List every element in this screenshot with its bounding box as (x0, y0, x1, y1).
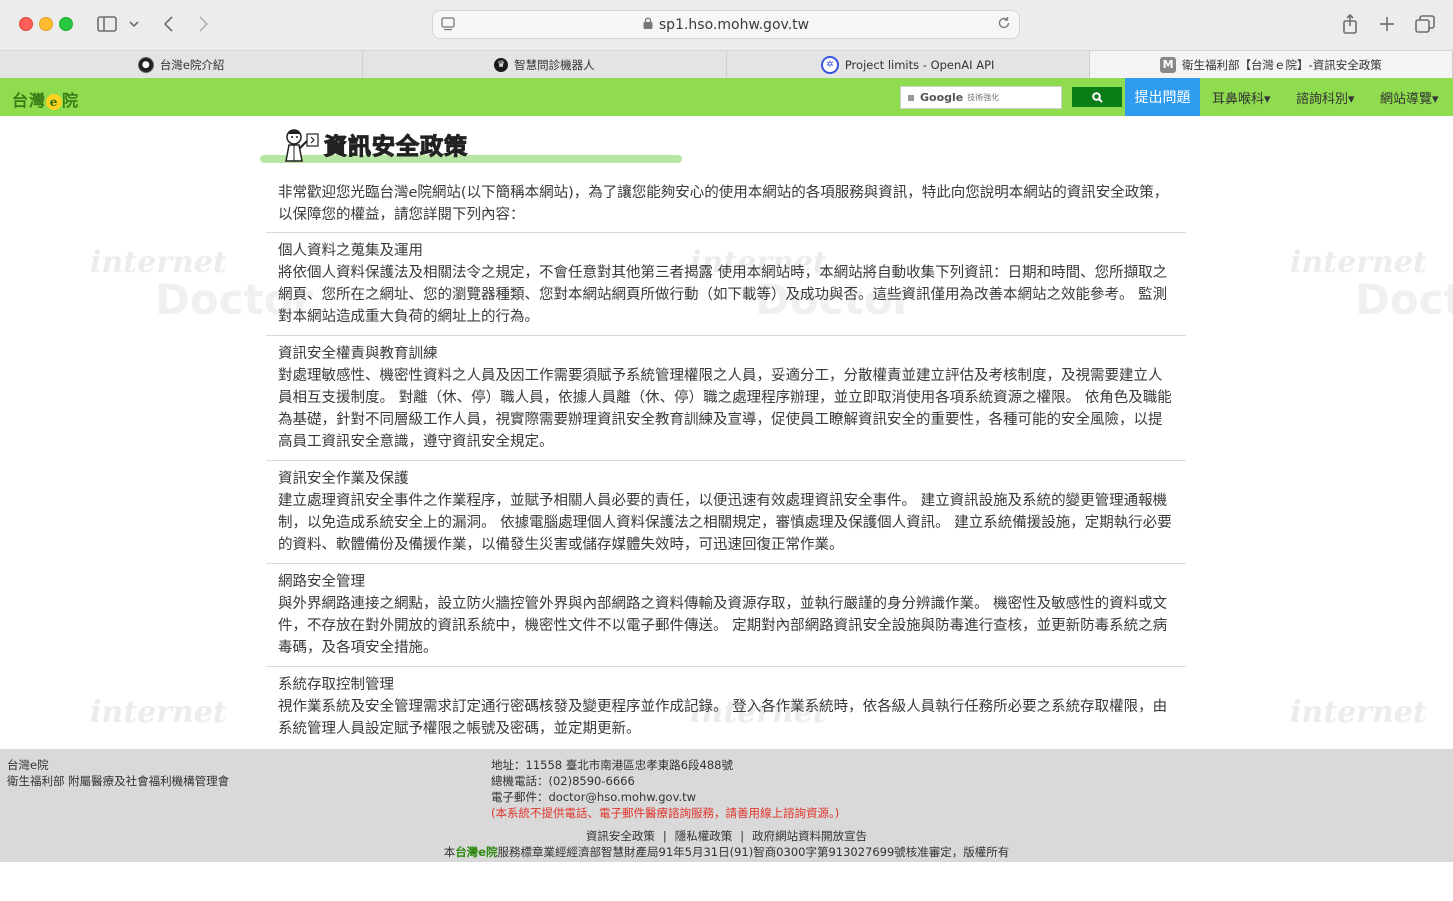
tab-label: Project limits - OpenAI API (844, 57, 995, 72)
share-icon[interactable] (1340, 12, 1360, 36)
browser-toolbar: sp1.hso.mohw.gov.tw (0, 0, 1453, 51)
section-title: 資訊安全權責與教育訓練 (278, 346, 438, 362)
copyright-brand: 台灣e院 (455, 845, 498, 859)
google-search-input[interactable]: Google 技術強化 (900, 86, 1062, 109)
footer-org-name: 台灣e院 (7, 758, 49, 772)
policy-section: 系統存取控制管理 視作業系統及安全管理需求訂定通行密碼核發及變更程序並作成記錄。… (266, 667, 1186, 747)
section-body: 視作業系統及安全管理需求訂定通行密碼核發及變更程序並作成記錄。 登入各作業系統時… (278, 699, 1168, 737)
footer-link-open-data[interactable]: 政府網站資料開放宣告 (752, 829, 867, 843)
minimize-window-button[interactable] (39, 17, 53, 31)
copyright-text: 服務標章業經經濟部智慧財產局91年5月31日(91)智商0300字第913027… (497, 845, 1010, 859)
google-label: Google (920, 91, 964, 104)
doctor-illustration-icon (280, 128, 320, 162)
section-body: 將依個人資料保護法及相關法令之規定，不會任意對其他第三者揭露 使用本網站時，本網… (278, 265, 1168, 325)
watermark-text: internet (1290, 245, 1427, 280)
page-heading: 資訊安全政策 (260, 126, 682, 163)
tab-security-policy[interactable]: M 衛生福利部【台灣ｅ院】-資訊安全政策 (1089, 51, 1453, 78)
policy-section: 網路安全管理 與外界網路連接之網點，設立防火牆控管外界與內部網路之資料傳輸及資源… (266, 564, 1186, 667)
back-arrow-icon[interactable] (160, 12, 176, 36)
search-icon (1091, 88, 1103, 107)
menu-ent[interactable]: 耳鼻喉科▾ (1212, 78, 1271, 116)
policy-section: 資訊安全權責與教育訓練 對處理敏感性、機密性資料之人員及因工作需要須賦予系統管理… (266, 336, 1186, 461)
tab-label: 智慧問診機器人 (514, 57, 595, 72)
watermark-text: internet (90, 695, 227, 730)
footer-separator: | (662, 829, 667, 843)
tab-robot[interactable]: ♛ 智慧問診機器人 (363, 51, 727, 78)
menu-departments[interactable]: 諮詢科別▾ (1296, 78, 1355, 116)
site-logo[interactable]: 台灣 e 院 (12, 87, 79, 111)
zoom-window-button[interactable] (59, 17, 73, 31)
tab-label: 衛生福利部【台灣ｅ院】-資訊安全政策 (1182, 57, 1382, 72)
sidebar-toggle-icon[interactable] (96, 12, 118, 36)
page-title: 資訊安全政策 (324, 134, 468, 161)
ask-question-button[interactable]: 提出問題 (1125, 78, 1200, 116)
close-window-button[interactable] (19, 17, 33, 31)
forward-arrow-icon[interactable] (196, 12, 212, 36)
footer-phone: 總機電話：(02)8590-6666 (491, 774, 635, 788)
section-body: 建立處理資訊安全事件之作業程序，並賦予相關人員必要的責任，以便迅速有效處理資訊安… (278, 493, 1172, 553)
reload-icon[interactable] (997, 16, 1011, 34)
search-button[interactable] (1072, 87, 1122, 107)
reader-icon[interactable] (441, 17, 455, 35)
logo-text: 台灣 (12, 91, 47, 110)
robot-icon: ♛ (494, 57, 509, 72)
tab-overview-icon[interactable] (1414, 12, 1436, 36)
logo-e: e (46, 94, 63, 110)
policy-section: 個人資料之蒐集及運用 將依個人資料保護法及相關法令之規定，不會任意對其他第三者揭… (266, 233, 1186, 336)
google-icon (908, 94, 914, 101)
footer-link-security[interactable]: 資訊安全政策 (586, 829, 655, 843)
intro-paragraph: 非常歡迎您光臨台灣e院網站(以下簡稱本網站)，為了讓您能夠安心的使用本網站的各項… (266, 182, 1186, 233)
section-body: 對處理敏感性、機密性資料之人員及因工作需要須賦予系統管理權限之人員，妥適分工，分… (278, 368, 1172, 450)
footer-org-sub: 衛生福利部 附屬醫療及社會福利機構管理會 (7, 774, 230, 788)
copyright-prefix: 本 (443, 845, 456, 859)
footer-links: 資訊安全政策 | 隱私權政策 | 政府網站資料開放宣告 (0, 828, 1453, 844)
section-title: 網路安全管理 (278, 574, 365, 590)
footer-notice: (本系統不提供電話、電子郵件醫療諮詢服務，請善用線上諮詢資源。) (491, 806, 840, 820)
tab-label: 台灣e院介紹 (159, 57, 225, 72)
tab-site-intro[interactable]: ● 台灣e院介紹 (0, 51, 364, 78)
watermark-text: internet (90, 245, 227, 280)
site-icon: ● (137, 56, 154, 73)
openai-icon: ✲ (820, 55, 839, 74)
site-nav-bar: 台灣 e 院 Google 技術強化 提出問題 耳鼻喉科▾ 諮詢科別▾ 網站導覽▾ (0, 78, 1453, 116)
footer-copyright: 本台灣e院服務標章業經經濟部智慧財產局91年5月31日(91)智商0300字第9… (0, 844, 1453, 860)
policy-content: 非常歡迎您光臨台灣e院網站(以下簡稱本網站)，為了讓您能夠安心的使用本網站的各項… (266, 182, 1186, 747)
tab-bar: ● 台灣e院介紹 ♛ 智慧問診機器人 ✲ Project limits - Op… (0, 51, 1453, 78)
site-footer: 台灣e院 衛生福利部 附屬醫療及社會福利機構管理會 地址：11558 臺北市南港… (0, 749, 1453, 862)
address-bar[interactable]: sp1.hso.mohw.gov.tw (432, 10, 1020, 39)
section-title: 資訊安全作業及保護 (278, 471, 409, 487)
section-title: 個人資料之蒐集及運用 (278, 243, 423, 259)
google-sub-label: 技術強化 (967, 93, 1000, 102)
footer-email: 電子郵件：doctor@hso.mohw.gov.tw (491, 790, 697, 804)
watermark-text: internet (1290, 695, 1427, 730)
footer-separator: | (740, 829, 745, 843)
logo-tail: 院 (62, 91, 80, 110)
new-tab-icon[interactable] (1377, 12, 1397, 36)
section-body: 與外界網路連接之網點，設立防火牆控管外界與內部網路之資料傳輸及資源存取，並執行嚴… (278, 596, 1168, 656)
menu-site-guide[interactable]: 網站導覽▾ (1380, 78, 1439, 116)
footer-org: 台灣e院 衛生福利部 附屬醫療及社會福利機構管理會 (7, 757, 229, 789)
watermark-text: Doctor (1355, 275, 1453, 324)
policy-section: 資訊安全作業及保護 建立處理資訊安全事件之作業程序，並賦予相關人員必要的責任，以… (266, 461, 1186, 564)
section-title: 系統存取控制管理 (278, 677, 394, 693)
chevron-down-icon[interactable] (128, 12, 140, 36)
m-icon: M (1160, 56, 1177, 73)
tab-openai[interactable]: ✲ Project limits - OpenAI API (727, 51, 1090, 78)
lock-icon (643, 16, 653, 33)
footer-address: 地址：11558 臺北市南港區忠孝東路6段488號 (491, 758, 734, 772)
footer-link-privacy[interactable]: 隱私權政策 (675, 829, 733, 843)
footer-contact: 地址：11558 臺北市南港區忠孝東路6段488號 總機電話：(02)8590-… (491, 757, 839, 821)
url-text: sp1.hso.mohw.gov.tw (658, 16, 810, 33)
